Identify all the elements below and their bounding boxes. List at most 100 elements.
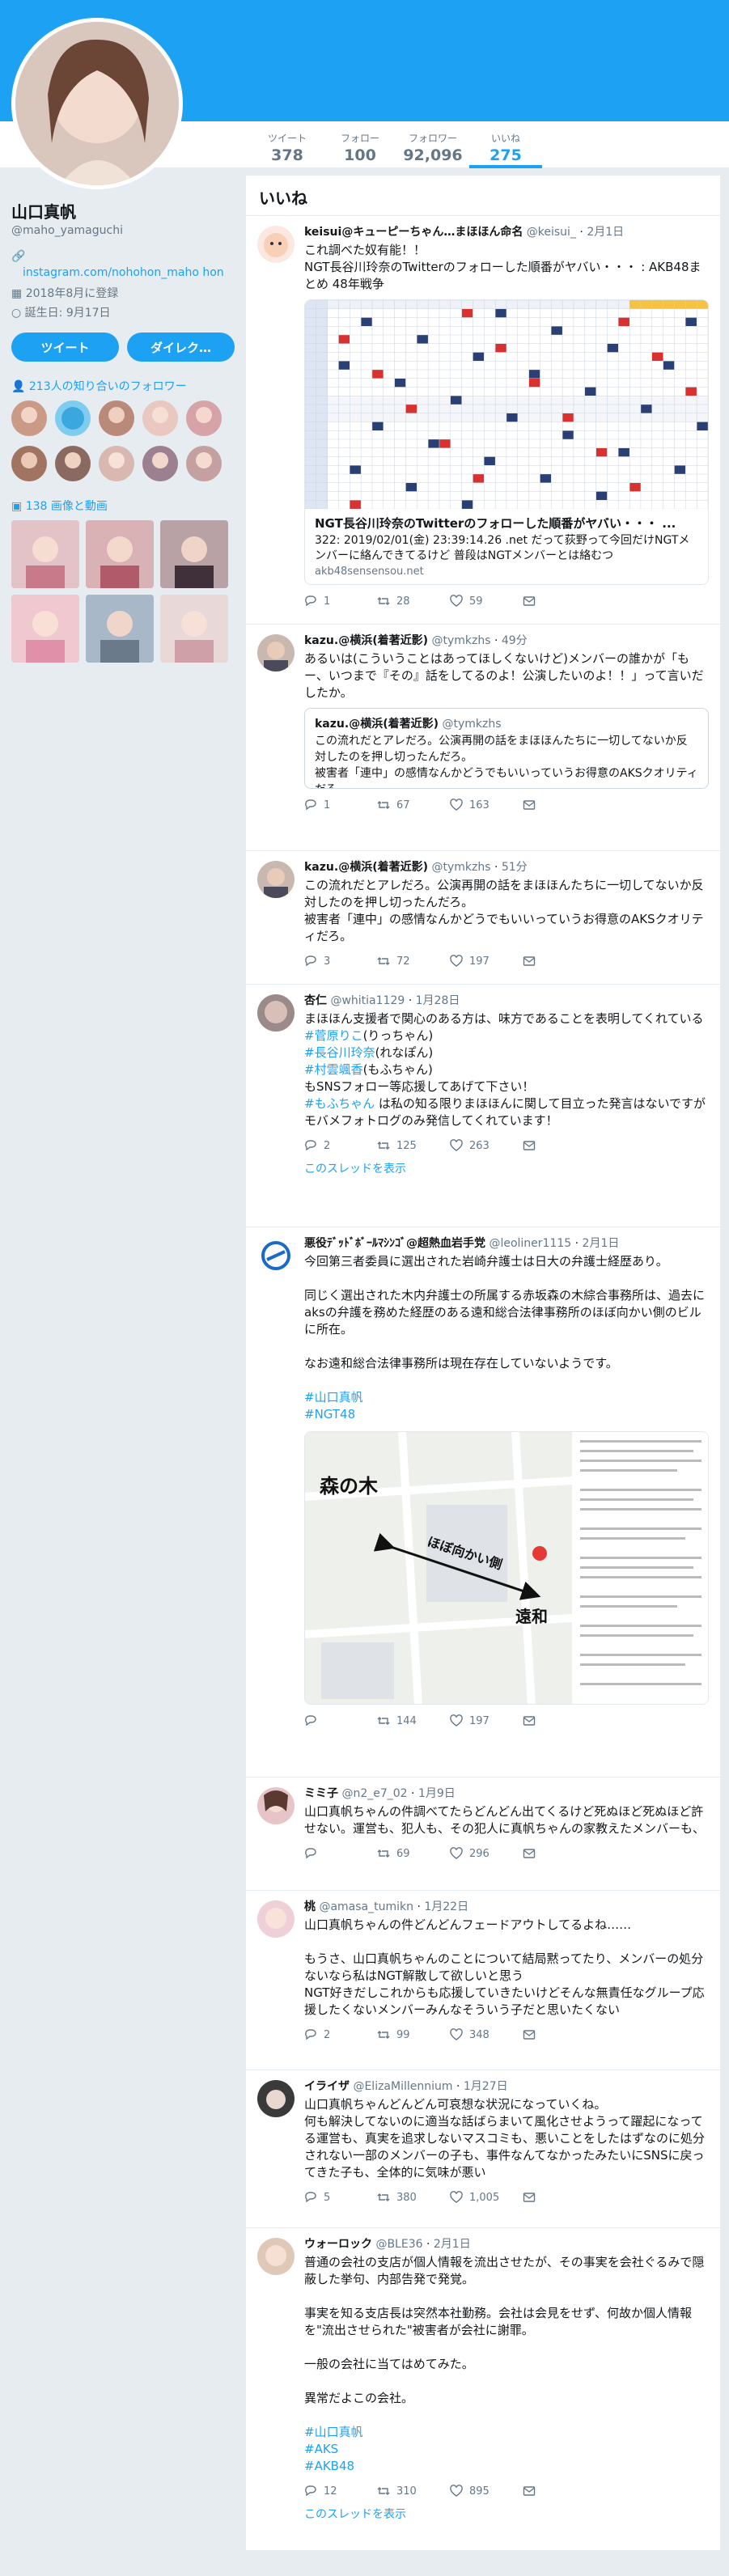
tweet-avatar[interactable] bbox=[257, 1900, 295, 1938]
show-thread-link[interactable]: このスレッドを表示 bbox=[304, 1160, 709, 1176]
media-thumbnail[interactable] bbox=[86, 520, 154, 588]
media-thumbnail[interactable] bbox=[160, 595, 228, 663]
like-button[interactable]: 895 bbox=[450, 2485, 523, 2498]
like-button[interactable]: 163 bbox=[450, 799, 523, 811]
tweet-author-name[interactable]: kazu.@横浜(着著近影) bbox=[304, 634, 428, 647]
tweet-author-name[interactable]: 悪役ﾃﾞｯﾄﾞﾎﾞｰﾙﾏｼﾝｺﾞ@超熱血岩手党 bbox=[304, 1237, 485, 1250]
dm-share-button[interactable] bbox=[523, 1714, 595, 1727]
hashtag-link[interactable]: #もふちゃん bbox=[304, 1096, 375, 1111]
tweet-author-handle[interactable]: @amasa_tumikn bbox=[319, 1900, 413, 1913]
dm-share-button[interactable] bbox=[523, 2028, 595, 2041]
reply-button[interactable]: 2 bbox=[304, 1139, 377, 1152]
tweet-date[interactable]: 1月27日 bbox=[464, 2080, 508, 2093]
tweet[interactable]: ウォーロック @BLE36 · 2月1日 普通の会社の支店が個人情報を流出させた… bbox=[246, 2228, 720, 2550]
follower-avatar[interactable] bbox=[99, 446, 134, 481]
stat-tweets[interactable]: ツイート 378 bbox=[251, 128, 324, 168]
show-thread-link[interactable]: このスレッドを表示 bbox=[304, 2506, 709, 2522]
tweet-date[interactable]: 1月9日 bbox=[418, 1787, 456, 1800]
tweet-author-handle[interactable]: @n2_e7_02 bbox=[341, 1787, 407, 1800]
follower-avatar[interactable] bbox=[186, 446, 222, 481]
tweet-author-name[interactable]: 桃 bbox=[304, 1900, 316, 1913]
tweet-date[interactable]: 1月28日 bbox=[416, 994, 460, 1007]
link-card[interactable]: NGT長谷川玲奈のTwitterのフォローした順番がヤバい・・・ ... 322… bbox=[304, 299, 709, 585]
tweet[interactable]: keisui@キューピーちゃん…まほほん命名 @keisui_ · 2月1日 こ… bbox=[246, 216, 720, 625]
media-thumbnail[interactable] bbox=[11, 520, 79, 588]
tweet[interactable]: kazu.@横浜(着著近影) @tymkzhs · 51分 この流れだとアレだろ… bbox=[246, 851, 720, 985]
like-button[interactable]: 197 bbox=[450, 1714, 523, 1727]
tweet-date[interactable]: 51分 bbox=[502, 861, 528, 874]
hashtag-link[interactable]: #NGT48 bbox=[304, 1406, 709, 1423]
media-thumbnail[interactable] bbox=[86, 595, 154, 663]
hashtag-link[interactable]: #菅原りこ bbox=[304, 1028, 363, 1043]
dm-share-button[interactable] bbox=[523, 799, 595, 811]
tweet-author-handle[interactable]: @BLE36 bbox=[375, 2238, 422, 2251]
followers-you-know-link[interactable]: 👤 213人の知り合いのフォロワー bbox=[11, 378, 235, 394]
tweet-avatar[interactable] bbox=[257, 2238, 295, 2275]
tweet-avatar[interactable] bbox=[257, 2080, 295, 2117]
follower-avatar[interactable] bbox=[142, 400, 178, 436]
profile-name[interactable]: 山口真帆 bbox=[11, 199, 235, 222]
tweet-to-button[interactable]: ツイート bbox=[11, 333, 119, 362]
follower-avatar[interactable] bbox=[99, 400, 134, 436]
stat-likes[interactable]: いいね 275 bbox=[469, 128, 542, 168]
dm-share-button[interactable] bbox=[523, 2191, 595, 2204]
hashtag-link[interactable]: #AKB48 bbox=[304, 2458, 709, 2475]
retweet-button[interactable]: 69 bbox=[377, 1847, 450, 1860]
tweet-date[interactable]: 2月1日 bbox=[434, 2238, 471, 2251]
dm-share-button[interactable] bbox=[523, 2485, 595, 2498]
media-link[interactable]: ▣ 138 画像と動画 bbox=[11, 498, 235, 514]
tweet[interactable]: 桃 @amasa_tumikn · 1月22日 山口真帆ちゃんの件どんどんフェー… bbox=[246, 1891, 720, 2070]
tweet-date[interactable]: 2月1日 bbox=[587, 226, 624, 239]
tweet-author-handle[interactable]: @leoliner1115 bbox=[489, 1237, 571, 1250]
reply-button[interactable] bbox=[304, 1847, 377, 1860]
tweet-avatar[interactable] bbox=[257, 994, 295, 1032]
like-button[interactable]: 197 bbox=[450, 955, 523, 968]
retweet-button[interactable]: 72 bbox=[377, 955, 450, 968]
tweet-avatar[interactable] bbox=[257, 226, 295, 263]
profile-website[interactable]: 🔗 instagram.com/nohohon_maho hon bbox=[11, 248, 235, 281]
hashtag-link[interactable]: #AKS bbox=[304, 2441, 709, 2458]
hashtag-link[interactable]: #村雲颯香 bbox=[304, 1062, 363, 1077]
follower-avatar[interactable] bbox=[186, 400, 222, 436]
retweet-button[interactable]: 125 bbox=[377, 1139, 450, 1152]
tweet-date[interactable]: 2月1日 bbox=[583, 1237, 620, 1250]
follower-avatar[interactable] bbox=[55, 400, 91, 436]
tweet-author-handle[interactable]: @tymkzhs bbox=[431, 861, 490, 874]
like-button[interactable]: 348 bbox=[450, 2028, 523, 2041]
tweet-avatar[interactable] bbox=[257, 1237, 295, 1274]
reply-button[interactable]: 1 bbox=[304, 799, 377, 811]
tweet-author-handle[interactable]: @ElizaMillennium bbox=[353, 2080, 452, 2093]
tweet-author-handle[interactable]: @keisui_ bbox=[527, 226, 576, 239]
follower-avatar[interactable] bbox=[11, 446, 47, 481]
media-link-text[interactable]: 138 画像と動画 bbox=[26, 500, 108, 513]
media-thumbnail[interactable] bbox=[11, 595, 79, 663]
like-button[interactable]: 263 bbox=[450, 1139, 523, 1152]
profile-website-text[interactable]: instagram.com/nohohon_maho hon bbox=[11, 265, 235, 281]
hashtag-link[interactable]: #山口真帆 bbox=[304, 1389, 709, 1406]
reply-button[interactable]: 5 bbox=[304, 2191, 377, 2204]
reply-button[interactable]: 2 bbox=[304, 2028, 377, 2041]
tweet-author-name[interactable]: keisui@キューピーちゃん…まほほん命名 bbox=[304, 226, 523, 239]
stat-followers[interactable]: フォロワー 92,096 bbox=[396, 128, 469, 168]
tweet-author-name[interactable]: 杏仁 bbox=[304, 994, 327, 1007]
tweet-photo-map[interactable]: 森の木 遠和 ほぼ向かい側 bbox=[304, 1431, 709, 1705]
tweet[interactable]: 杏仁 @whitia1129 · 1月28日 まほほん支援者で関心のある方は、味… bbox=[246, 985, 720, 1227]
tweet-author-handle[interactable]: @tymkzhs bbox=[431, 634, 490, 647]
reply-button[interactable]: 1 bbox=[304, 595, 377, 608]
retweet-button[interactable]: 310 bbox=[377, 2485, 450, 2498]
dm-share-button[interactable] bbox=[523, 955, 595, 968]
tweet-avatar[interactable] bbox=[257, 634, 295, 672]
tweet[interactable]: イライザ @ElizaMillennium · 1月27日 山口真帆ちゃんどんど… bbox=[246, 2070, 720, 2228]
tweet-author-name[interactable]: イライザ bbox=[304, 2080, 350, 2093]
tweet[interactable]: ミミ子 @n2_e7_02 · 1月9日 山口真帆ちゃんの件調べてたらどんどん出… bbox=[246, 1777, 720, 1891]
dm-share-button[interactable] bbox=[523, 1847, 595, 1860]
tweet-avatar[interactable] bbox=[257, 1787, 295, 1824]
media-thumbnail[interactable] bbox=[160, 520, 228, 588]
hashtag-link[interactable]: #山口真帆 bbox=[304, 2424, 709, 2441]
retweet-button[interactable]: 380 bbox=[377, 2191, 450, 2204]
follower-avatar[interactable] bbox=[55, 446, 91, 481]
reply-button[interactable]: 3 bbox=[304, 955, 377, 968]
retweet-button[interactable]: 99 bbox=[377, 2028, 450, 2041]
tweet-author-name[interactable]: ミミ子 bbox=[304, 1787, 338, 1800]
tweet[interactable]: kazu.@横浜(着著近影) @tymkzhs · 49分 あるいは(こういうこ… bbox=[246, 625, 720, 851]
